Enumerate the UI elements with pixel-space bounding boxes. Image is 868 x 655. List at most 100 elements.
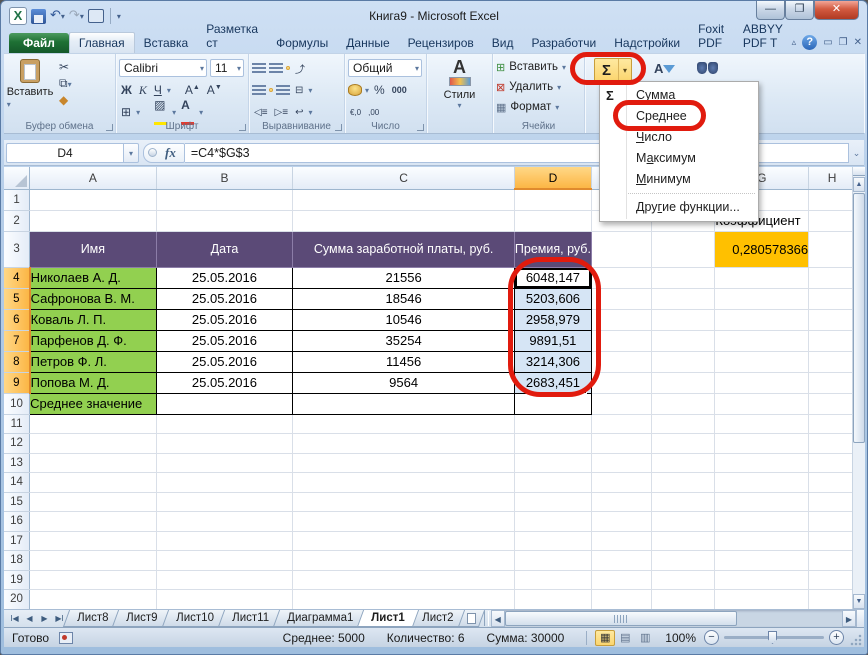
cell-H18[interactable]: [808, 550, 856, 571]
autosum-button[interactable]: Σ ▾: [594, 58, 633, 82]
cell-G14[interactable]: [714, 472, 810, 493]
row-header-6[interactable]: 6: [4, 309, 31, 331]
cell-G16[interactable]: [714, 511, 810, 532]
cell-B4[interactable]: 25.05.2016: [155, 266, 294, 289]
cell-C1[interactable]: [292, 189, 515, 211]
cell-A17[interactable]: [29, 531, 157, 551]
vertical-split-box[interactable]: [853, 167, 865, 176]
ribbon-tab-Вставка[interactable]: Вставка: [135, 33, 198, 53]
cell-E11[interactable]: [591, 414, 653, 434]
scroll-right-icon[interactable]: ▶: [842, 610, 856, 627]
percent-icon[interactable]: %: [372, 83, 387, 97]
tab-scrollbar-splitter[interactable]: [483, 611, 489, 626]
cell-E10[interactable]: [591, 393, 653, 415]
menu-item-Другиефункции[interactable]: Другие функции...: [600, 197, 758, 218]
cell-A3[interactable]: Имя: [29, 230, 157, 268]
cell-F13[interactable]: [651, 453, 716, 473]
cell-D16[interactable]: [514, 511, 592, 532]
cell-A19[interactable]: [29, 570, 157, 590]
cell-E6[interactable]: [591, 309, 653, 331]
cell-A20[interactable]: [29, 589, 157, 609]
row-header-2[interactable]: 2: [4, 210, 31, 232]
row-header-3[interactable]: 3: [4, 231, 31, 268]
scroll-down-icon[interactable]: ▼: [853, 594, 865, 609]
comma-style-icon[interactable]: 000: [390, 85, 409, 95]
cell-D13[interactable]: [514, 453, 592, 473]
page-layout-view-button[interactable]: ▤: [615, 630, 635, 646]
cell-C2[interactable]: [292, 210, 515, 232]
font-dialog-launcher[interactable]: [239, 124, 246, 131]
row-header-11[interactable]: 11: [4, 414, 31, 434]
number-dialog-launcher[interactable]: [417, 124, 424, 131]
cell-B12[interactable]: [156, 433, 294, 454]
decrease-decimal-icon[interactable]: ,00: [366, 108, 381, 117]
expand-formula-bar-icon[interactable]: ⌄: [849, 143, 864, 163]
cell-H6[interactable]: [808, 309, 856, 331]
cell-D3[interactable]: Премия, руб.: [513, 230, 592, 268]
delete-cells-button[interactable]: ⊠ Удалить ▾: [496, 77, 581, 97]
cell-H13[interactable]: [808, 453, 856, 473]
sort-filter-button[interactable]: А: [654, 58, 676, 78]
cell-F12[interactable]: [651, 433, 716, 454]
ribbon-tab-Разработчи[interactable]: Разработчи: [523, 33, 606, 53]
cell-F17[interactable]: [651, 531, 716, 551]
cell-D20[interactable]: [514, 589, 592, 609]
cell-G4[interactable]: [714, 267, 810, 289]
cell-A6[interactable]: Коваль Л. П.: [29, 308, 157, 331]
cell-B8[interactable]: 25.05.2016: [155, 350, 294, 373]
zoom-out-icon[interactable]: −: [704, 630, 719, 645]
cell-G7[interactable]: [714, 330, 810, 352]
cell-C5[interactable]: 18546: [292, 287, 515, 310]
minimize-ribbon-icon[interactable]: ▵: [792, 37, 797, 48]
cell-F11[interactable]: [651, 414, 716, 434]
cell-D12[interactable]: [514, 433, 592, 454]
zoom-slider-thumb[interactable]: [768, 631, 777, 644]
row-header-12[interactable]: 12: [4, 433, 31, 454]
row-header-16[interactable]: 16: [4, 511, 31, 532]
zoom-in-icon[interactable]: +: [829, 630, 844, 645]
cell-D14[interactable]: [514, 472, 592, 493]
cell-D18[interactable]: [514, 550, 592, 571]
cell-A12[interactable]: [29, 433, 157, 454]
cell-B7[interactable]: 25.05.2016: [155, 329, 294, 352]
cell-H5[interactable]: [808, 288, 856, 310]
cell-A4[interactable]: Николаев А. Д.: [29, 266, 157, 289]
cell-C18[interactable]: [292, 550, 515, 571]
cell-B6[interactable]: 25.05.2016: [155, 308, 294, 331]
bold-button[interactable]: Ж: [119, 83, 134, 97]
cell-G15[interactable]: [714, 492, 810, 512]
cell-D15[interactable]: [514, 492, 592, 512]
row-header-17[interactable]: 17: [4, 531, 31, 551]
format-cells-button[interactable]: ▦ Формат ▾: [496, 97, 581, 117]
menu-item-Максимум[interactable]: Максимум: [600, 148, 758, 169]
ribbon-tab-Разметка ст[interactable]: Разметка ст: [197, 19, 267, 53]
cell-E13[interactable]: [591, 453, 653, 473]
cell-E4[interactable]: [591, 267, 653, 289]
cell-C12[interactable]: [292, 433, 515, 454]
underline-arrow[interactable]: ▾: [167, 86, 171, 95]
cell-B10[interactable]: [155, 392, 294, 415]
menu-item-Число[interactable]: Число: [600, 127, 758, 148]
menu-item-Среднее[interactable]: Среднее: [600, 106, 758, 127]
ribbon-tab-ABBYY PDF T[interactable]: ABBYY PDF T: [734, 19, 792, 53]
cell-E18[interactable]: [591, 550, 653, 571]
zoom-level[interactable]: 100%: [665, 631, 696, 645]
row-header-15[interactable]: 15: [4, 492, 31, 512]
cell-F6[interactable]: [651, 309, 716, 331]
align-middle-icon[interactable]: [269, 63, 283, 73]
cell-C8[interactable]: 11456: [292, 350, 515, 373]
resize-grip[interactable]: [850, 633, 862, 646]
font-name-select[interactable]: Calibri ▾: [119, 59, 207, 77]
cell-G19[interactable]: [714, 570, 810, 590]
row-header-9[interactable]: 9: [4, 372, 31, 394]
cell-B9[interactable]: 25.05.2016: [155, 371, 294, 394]
cell-B19[interactable]: [156, 570, 294, 590]
styles-button[interactable]: А Стили ▾: [430, 57, 489, 110]
cut-icon[interactable]: ✂: [57, 60, 74, 74]
cell-G5[interactable]: [714, 288, 810, 310]
cell-B1[interactable]: [156, 189, 294, 211]
row-header-19[interactable]: 19: [4, 570, 31, 590]
cell-A8[interactable]: Петров Ф. Л.: [29, 350, 157, 373]
insert-cells-button[interactable]: ⊞ Вставить ▾: [496, 57, 581, 77]
cell-B17[interactable]: [156, 531, 294, 551]
